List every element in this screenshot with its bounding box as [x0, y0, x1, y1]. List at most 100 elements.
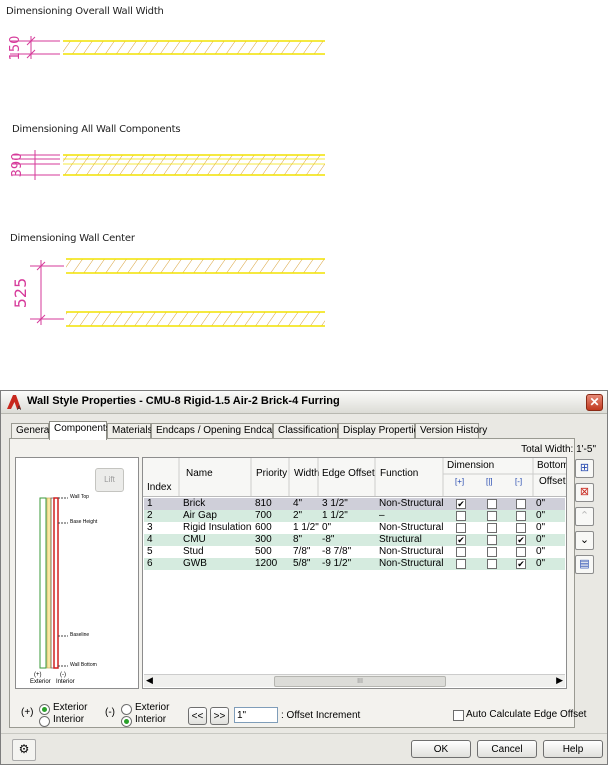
component-row-2[interactable]: 2 Air Gap 700 2" 1 1/2" – 0"	[144, 510, 565, 522]
plus-interior-radio[interactable]	[39, 716, 50, 727]
tab-display-properties[interactable]: Display Properties	[338, 423, 424, 438]
dialog-titlebar[interactable]: A Wall Style Properties - CMU-8 Rigid-1.…	[1, 391, 607, 414]
row-edge-offset[interactable]: 3 1/2"	[322, 498, 348, 510]
auto-calc-checkbox[interactable]	[453, 710, 464, 721]
row-edge-offset[interactable]: -8 7/8"	[322, 546, 351, 558]
row-function[interactable]: Non-Structural	[379, 498, 443, 510]
tab-endcaps[interactable]: Endcaps / Opening Endcaps	[151, 423, 283, 438]
row-function[interactable]: –	[379, 510, 385, 522]
minus-exterior-label: Exterior	[135, 702, 170, 713]
row-name[interactable]: Air Gap	[183, 510, 217, 522]
row-function[interactable]: Structural	[379, 534, 422, 546]
row-priority[interactable]: 600	[255, 522, 272, 534]
row-dim-center-checkbox[interactable]	[487, 559, 497, 569]
tab-general[interactable]: General	[11, 423, 52, 438]
row-dim-interior-checkbox[interactable]	[516, 523, 526, 533]
base-height-label: Base Height	[70, 519, 98, 525]
row-edge-offset[interactable]: 0"	[322, 522, 331, 534]
row-dim-interior-checkbox[interactable]	[516, 511, 526, 521]
baseline-label: Baseline	[70, 632, 90, 638]
row-priority[interactable]: 700	[255, 510, 272, 522]
row-priority[interactable]: 810	[255, 498, 272, 510]
row-priority[interactable]: 500	[255, 546, 272, 558]
row-dim-center-checkbox[interactable]	[487, 523, 497, 533]
row-width[interactable]: 5/8"	[293, 558, 310, 570]
lift-button[interactable]: Lift	[95, 468, 124, 492]
row-edge-offset[interactable]: -8"	[322, 534, 334, 546]
row-edge-offset[interactable]: -9 1/2"	[322, 558, 351, 570]
row-dim-exterior-checkbox[interactable]: ✔	[456, 535, 466, 545]
row-name[interactable]: Brick	[183, 498, 205, 510]
row-dim-exterior-checkbox[interactable]	[456, 547, 466, 557]
component-row-1[interactable]: 1 Brick 810 4" 3 1/2" Non-Structural ✔ 0…	[144, 498, 565, 510]
minus-exterior-radio[interactable]	[121, 704, 132, 715]
row-width[interactable]: 8"	[293, 534, 302, 546]
dialog-title: Wall Style Properties - CMU-8 Rigid-1.5 …	[27, 395, 340, 407]
component-row-3[interactable]: 3 Rigid Insulation 600 1 1/2" 0" Non-Str…	[144, 522, 565, 534]
row-width[interactable]: 7/8"	[293, 546, 310, 558]
row-dim-exterior-checkbox[interactable]: ✔	[456, 499, 466, 509]
delete-component-icon[interactable]: ⊠	[575, 483, 594, 502]
display-manager-icon[interactable]: ⚙	[12, 739, 36, 761]
component-row-5[interactable]: 5 Stud 500 7/8" -8 7/8" Non-Structural 0…	[144, 546, 565, 558]
row-edge-offset[interactable]: 1 1/2"	[322, 510, 348, 522]
row-width[interactable]: 2"	[293, 510, 302, 522]
total-width-label: Total Width: 1'-5"	[521, 444, 596, 455]
row-bottom-offset[interactable]: 0"	[536, 534, 545, 546]
tab-components[interactable]: Components	[49, 421, 111, 440]
wall-bottom-label: Wall Bottom	[70, 662, 97, 668]
component-row-6[interactable]: 6 GWB 1200 5/8" -9 1/2" Non-Structural ✔…	[144, 558, 565, 570]
row-name[interactable]: GWB	[183, 558, 207, 570]
row-bottom-offset[interactable]: 0"	[536, 546, 545, 558]
row-function[interactable]: Non-Structural	[379, 558, 443, 570]
row-name[interactable]: Rigid Insulation	[183, 522, 251, 534]
row-priority[interactable]: 300	[255, 534, 272, 546]
scroll-thumb[interactable]: III	[274, 676, 446, 687]
row-dim-exterior-checkbox[interactable]	[456, 511, 466, 521]
tab-classifications[interactable]: Classifications	[273, 423, 342, 438]
row-dim-center-checkbox[interactable]	[487, 547, 497, 557]
minus-interior-radio[interactable]	[121, 716, 132, 727]
component-row-4[interactable]: 4 CMU 300 8" -8" Structural ✔ ✔ 0"	[144, 534, 565, 546]
add-component-icon[interactable]: ⊞	[575, 459, 594, 478]
row-bottom-offset[interactable]: 0"	[536, 522, 545, 534]
row-priority[interactable]: 1200	[255, 558, 277, 570]
row-dim-center-checkbox[interactable]	[487, 535, 497, 545]
move-down-icon[interactable]: ⌄	[575, 531, 594, 550]
offset-increase-button[interactable]: >>	[210, 707, 229, 725]
move-up-icon[interactable]: ⌃	[575, 507, 594, 526]
row-name[interactable]: Stud	[183, 546, 204, 558]
row-width[interactable]: 1 1/2"	[293, 522, 319, 534]
row-function[interactable]: Non-Structural	[379, 546, 443, 558]
offset-decrease-button[interactable]: <<	[188, 707, 207, 725]
close-button[interactable]: ✕	[586, 394, 603, 411]
scroll-right-icon[interactable]: ▶	[556, 675, 563, 686]
offset-increment-input[interactable]: 1"	[234, 707, 278, 723]
cancel-button[interactable]: Cancel	[477, 740, 537, 758]
horizontal-scrollbar[interactable]: ◀ III ▶	[144, 674, 565, 687]
tab-materials[interactable]: Materials	[107, 423, 153, 438]
tab-version-history[interactable]: Version History	[415, 423, 487, 438]
row-name[interactable]: CMU	[183, 534, 206, 546]
scroll-left-icon[interactable]: ◀	[146, 675, 153, 686]
row-dim-interior-checkbox[interactable]: ✔	[516, 559, 526, 569]
ok-button[interactable]: OK	[411, 740, 471, 758]
components-grid: Index Name Priority Width Edge Offset Fu…	[142, 457, 567, 689]
row-dim-center-checkbox[interactable]	[487, 511, 497, 521]
row-bottom-offset[interactable]: 0"	[536, 498, 545, 510]
row-dim-exterior-checkbox[interactable]	[456, 559, 466, 569]
row-width[interactable]: 4"	[293, 498, 302, 510]
svg-text:A: A	[17, 405, 22, 411]
row-bottom-offset[interactable]: 0"	[536, 510, 545, 522]
row-dim-interior-checkbox[interactable]: ✔	[516, 535, 526, 545]
row-dim-center-checkbox[interactable]	[487, 499, 497, 509]
help-button[interactable]: Help	[543, 740, 603, 758]
row-index: 1	[147, 498, 153, 509]
row-bottom-offset[interactable]: 0"	[536, 558, 545, 570]
row-function[interactable]: Non-Structural	[379, 522, 443, 534]
row-dim-interior-checkbox[interactable]	[516, 547, 526, 557]
browse-components-icon[interactable]: ▤	[575, 555, 594, 574]
row-dim-exterior-checkbox[interactable]	[456, 523, 466, 533]
plus-exterior-radio[interactable]	[39, 704, 50, 715]
row-dim-interior-checkbox[interactable]	[516, 499, 526, 509]
